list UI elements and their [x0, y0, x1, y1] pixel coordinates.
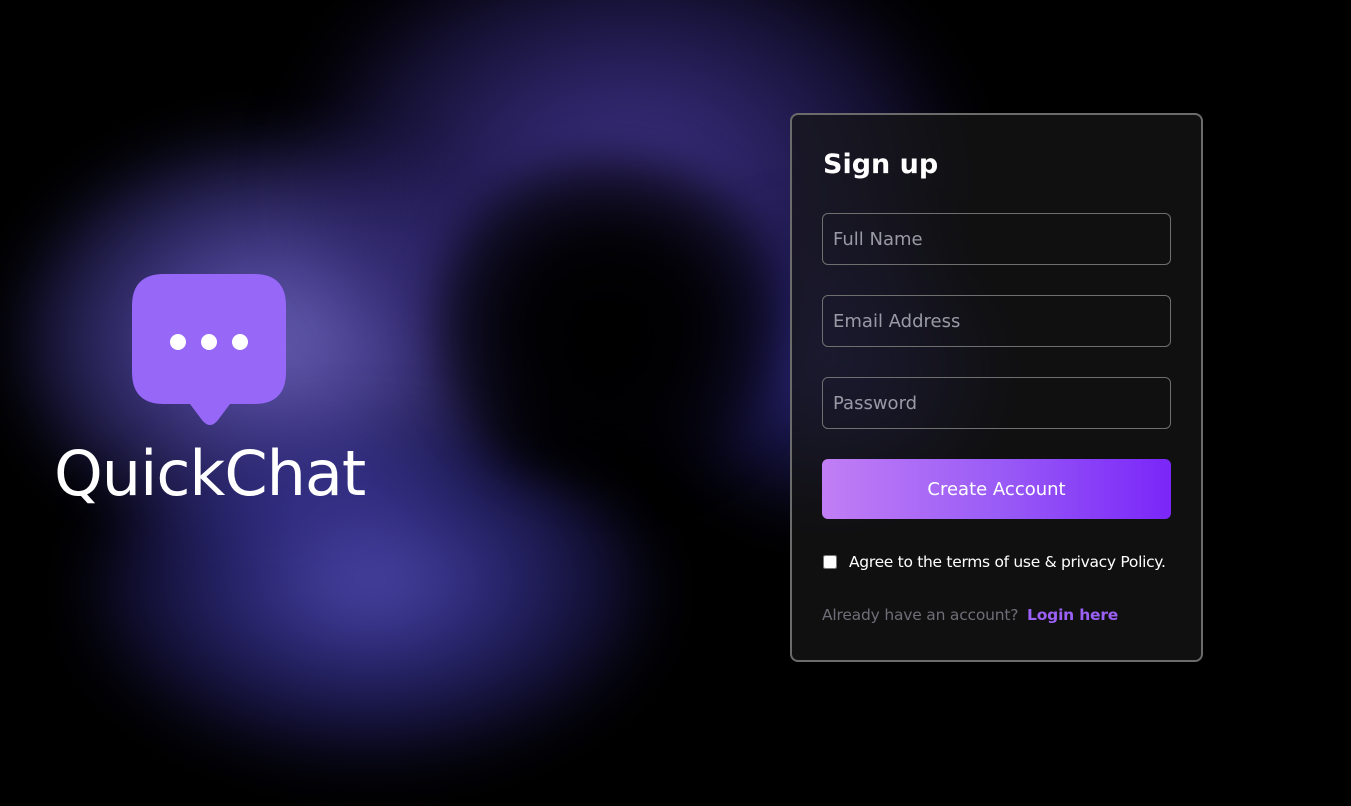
signup-card: Sign up Create Account Agree to the term… [790, 113, 1203, 662]
page: QuickChat Sign up Create Account Agree t… [0, 0, 1351, 806]
terms-row: Agree to the terms of use & privacy Poli… [822, 551, 1171, 573]
signup-title: Sign up [823, 149, 939, 180]
full-name-input[interactable] [822, 213, 1171, 265]
login-link[interactable]: Login here [1027, 606, 1118, 624]
login-row: Already have an account? Login here [822, 606, 1171, 624]
password-input[interactable] [822, 377, 1171, 429]
email-input[interactable] [822, 295, 1171, 347]
terms-checkbox[interactable] [823, 555, 837, 569]
terms-label: Agree to the terms of use & privacy Poli… [849, 553, 1166, 571]
background-shadow [430, 150, 790, 490]
chat-bubble-icon [132, 274, 286, 425]
create-account-button[interactable]: Create Account [822, 459, 1171, 519]
brand-name: QuickChat [54, 437, 366, 510]
login-prompt: Already have an account? [822, 606, 1019, 624]
